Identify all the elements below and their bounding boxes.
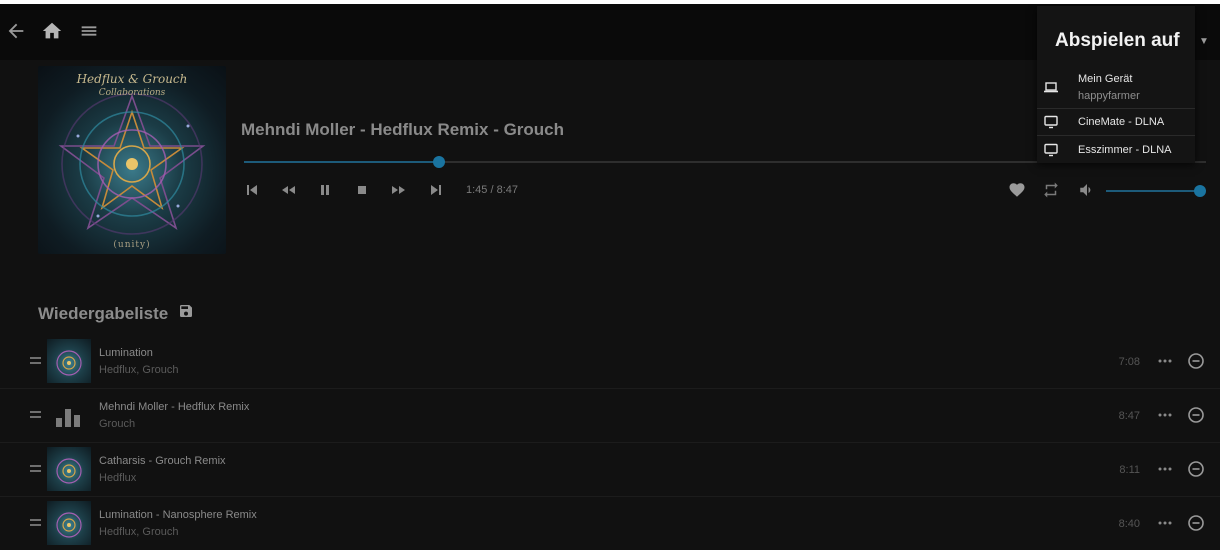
device-item-cinemate[interactable]: CineMate - DLNA xyxy=(1037,108,1195,136)
album-cover[interactable]: Hedflux & Grouch Collaborations (unity) xyxy=(38,66,226,254)
volume-icon[interactable] xyxy=(1078,181,1096,199)
remove-circle-icon[interactable] xyxy=(1187,352,1205,370)
cover-subtitle: Collaborations xyxy=(98,88,166,98)
track-duration: 8:11 xyxy=(1119,464,1140,476)
skip-previous-icon[interactable] xyxy=(244,182,260,198)
more-options-icon[interactable] xyxy=(1157,411,1173,419)
now-playing-title: Mehndi Moller - Hedflux Remix - Grouch xyxy=(241,120,565,139)
repeat-icon[interactable] xyxy=(1042,181,1060,199)
remove-circle-icon[interactable] xyxy=(1187,460,1205,478)
remove-circle-icon[interactable] xyxy=(1187,514,1205,532)
track-duration: 8:47 xyxy=(1118,410,1140,422)
back-arrow-icon[interactable] xyxy=(5,20,27,42)
more-options-icon[interactable] xyxy=(1157,465,1173,473)
playlist-row[interactable]: Lumination - Nanosphere Remix Hedflux, G… xyxy=(0,497,1220,550)
track-duration: 7:08 xyxy=(1118,356,1140,368)
playback-time: 1:45 / 8:47 xyxy=(466,184,518,196)
drag-handle-icon[interactable] xyxy=(30,411,41,419)
track-artist: Grouch xyxy=(99,418,136,430)
monitor-icon xyxy=(1043,115,1059,129)
drag-handle-icon[interactable] xyxy=(30,357,41,365)
skip-next-icon[interactable] xyxy=(428,182,444,198)
playlist-row-playing[interactable]: Mehndi Moller - Hedflux Remix Grouch 8:4… xyxy=(0,389,1220,443)
device-name: CineMate - DLNA xyxy=(1078,116,1165,128)
fast-forward-icon[interactable] xyxy=(391,182,407,198)
progress-handle[interactable] xyxy=(433,156,446,168)
playlist-row[interactable]: Catharsis - Grouch Remix Hedflux 8:11 xyxy=(0,443,1220,497)
track-thumbnail xyxy=(47,501,91,545)
equalizer-icon xyxy=(56,407,82,427)
track-artist: Hedflux, Grouch xyxy=(99,364,179,376)
save-playlist-icon[interactable] xyxy=(178,303,194,319)
device-subtitle: happyfarmer xyxy=(1078,90,1140,102)
monitor-icon xyxy=(1043,143,1059,157)
track-artist: Hedflux, Grouch xyxy=(99,526,179,538)
track-title: Catharsis - Grouch Remix xyxy=(99,455,226,467)
volume-slider[interactable] xyxy=(1106,185,1206,197)
playlist-row[interactable]: Lumination Hedflux, Grouch 7:08 xyxy=(0,335,1220,389)
pause-icon[interactable] xyxy=(317,182,333,198)
track-title: Lumination xyxy=(99,347,153,359)
music-player-app: Hedflux & Grouch Collaborations (unity) … xyxy=(0,4,1220,550)
heart-icon[interactable] xyxy=(1008,181,1026,199)
drag-handle-icon[interactable] xyxy=(30,519,41,527)
cover-logo: (unity) xyxy=(113,240,151,250)
more-options-icon[interactable] xyxy=(1157,357,1173,365)
track-title: Lumination - Nanosphere Remix xyxy=(99,509,257,521)
menu-icon[interactable] xyxy=(78,20,100,42)
track-artist: Hedflux xyxy=(99,472,137,484)
play-on-popup: Abspielen auf Mein Gerät happyfarmer Cin… xyxy=(1037,6,1195,163)
playlist-heading: Wiedergabeliste xyxy=(38,304,169,323)
device-name: Mein Gerät xyxy=(1078,73,1133,85)
popup-title: Abspielen auf xyxy=(1055,30,1180,51)
home-icon[interactable] xyxy=(41,20,63,42)
device-name: Esszimmer - DLNA xyxy=(1078,144,1172,156)
rewind-icon[interactable] xyxy=(280,182,296,198)
track-thumbnail xyxy=(47,339,91,383)
track-duration: 8:40 xyxy=(1118,518,1140,530)
track-thumbnail xyxy=(47,447,91,491)
more-options-icon[interactable] xyxy=(1157,519,1173,527)
popup-dropdown-arrow-icon[interactable]: ▼ xyxy=(1199,36,1209,47)
device-item-esszimmer[interactable]: Esszimmer - DLNA xyxy=(1037,135,1195,164)
volume-handle[interactable] xyxy=(1194,185,1206,197)
track-title: Mehndi Moller - Hedflux Remix xyxy=(99,401,250,413)
drag-handle-icon[interactable] xyxy=(30,465,41,473)
laptop-icon xyxy=(1043,80,1059,94)
cover-title: Hedflux & Grouch xyxy=(76,72,188,86)
progress-fill xyxy=(244,161,440,163)
remove-circle-icon[interactable] xyxy=(1187,406,1205,424)
stop-icon[interactable] xyxy=(354,182,370,198)
device-item-mein-geraet[interactable]: Mein Gerät happyfarmer xyxy=(1037,62,1195,108)
